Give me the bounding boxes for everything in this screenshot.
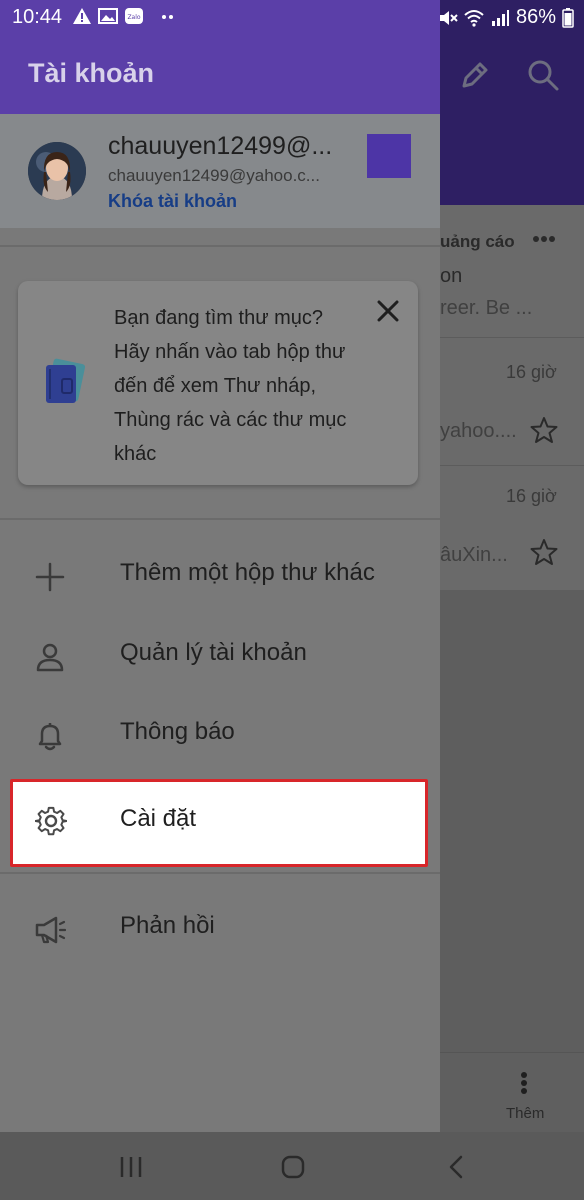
folder-icon (46, 358, 86, 403)
lock-account-link[interactable]: Khóa tài khoản (108, 191, 237, 212)
message-time: 16 giờ (506, 486, 557, 506)
warning-icon (73, 8, 91, 24)
back-icon[interactable] (442, 1154, 472, 1180)
more-vertical-icon[interactable] (520, 1071, 528, 1095)
image-icon (98, 8, 118, 24)
person-icon (36, 643, 64, 672)
feedback-label: Phản hồi (120, 912, 215, 939)
battery-icon (562, 7, 574, 28)
divider (0, 245, 440, 247)
status-system-icons: 86% (438, 6, 574, 29)
star-icon[interactable] (530, 416, 558, 444)
settings-label: Cài đặt (120, 805, 197, 832)
list-item[interactable]: 16 giờ yahoo.... (440, 338, 584, 466)
more-options-icon[interactable] (532, 235, 556, 243)
star-icon[interactable] (530, 538, 558, 566)
mute-icon (439, 10, 458, 25)
folder-tip-card: Bạn đang tìm thư mục? Hãy nhấn vào tab h… (18, 281, 418, 485)
home-icon[interactable] (278, 1154, 308, 1180)
avatar[interactable] (28, 142, 86, 200)
close-icon[interactable] (376, 299, 400, 323)
recent-apps-icon[interactable] (116, 1154, 146, 1180)
notifications-label: Thông báo (120, 718, 235, 745)
background-bottom-tabs: Thêm (440, 1052, 584, 1132)
ad-label: uảng cáo (440, 232, 515, 251)
battery-percent: 86% (515, 6, 556, 28)
manage-accounts-label: Quản lý tài khoản (120, 639, 307, 666)
account-color-swatch[interactable] (367, 134, 411, 178)
drawer-title: Tài khoản (28, 58, 155, 88)
message-snippet: yahoo.... (440, 420, 517, 442)
search-icon[interactable] (526, 58, 560, 92)
bell-icon (38, 723, 62, 751)
message-snippet: reer. Be ... (440, 297, 533, 319)
system-nav-bar (0, 1132, 584, 1200)
svg-text:Zalo: Zalo (127, 14, 140, 21)
plus-icon (35, 562, 65, 592)
background-message-list: uảng cáo on reer. Be ... 16 giờ yahoo...… (440, 205, 584, 590)
feedback-item[interactable]: Phản hồi (0, 890, 440, 970)
status-notification-icons: Zalo (72, 7, 178, 25)
megaphone-icon (35, 916, 66, 944)
signal-icon (491, 9, 509, 26)
message-sender: on (440, 265, 463, 287)
status-time: 10:44 (12, 6, 63, 28)
tip-text: Bạn đang tìm thư mục? Hãy nhấn vào tab h… (114, 307, 347, 465)
divider (0, 518, 440, 520)
zalo-icon: Zalo (125, 8, 143, 24)
divider (0, 872, 440, 874)
account-card[interactable]: chauuyen12499@... chauuyen12499@yahoo.c.… (0, 114, 440, 228)
wifi-icon (464, 9, 484, 27)
account-name: chauuyen12499@... (108, 132, 333, 160)
message-snippet: âuXin... (440, 544, 508, 566)
more-tab-label[interactable]: Thêm (506, 1105, 544, 1122)
notifications-item[interactable]: Thông báo (0, 696, 440, 776)
settings-item[interactable]: Cài đặt (10, 779, 428, 867)
list-item[interactable]: 16 giờ âuXin... (440, 466, 584, 590)
more-dots-icon (162, 15, 173, 19)
account-drawer: Tài khoản chauuyen12499@... chauuyen1249… (0, 0, 440, 1132)
add-mailbox-item[interactable]: Thêm một hộp thư khác (0, 537, 440, 617)
add-mailbox-label: Thêm một hộp thư khác (120, 559, 375, 586)
compose-icon[interactable] (458, 58, 492, 92)
status-bar: 10:44 Zalo 86% (0, 0, 584, 36)
message-time: 16 giờ (506, 362, 557, 382)
list-item[interactable]: uảng cáo on reer. Be ... (440, 205, 584, 338)
gear-icon (35, 806, 67, 836)
manage-accounts-item[interactable]: Quản lý tài khoản (0, 617, 440, 697)
account-email: chauuyen12499@yahoo.c... (108, 166, 320, 185)
